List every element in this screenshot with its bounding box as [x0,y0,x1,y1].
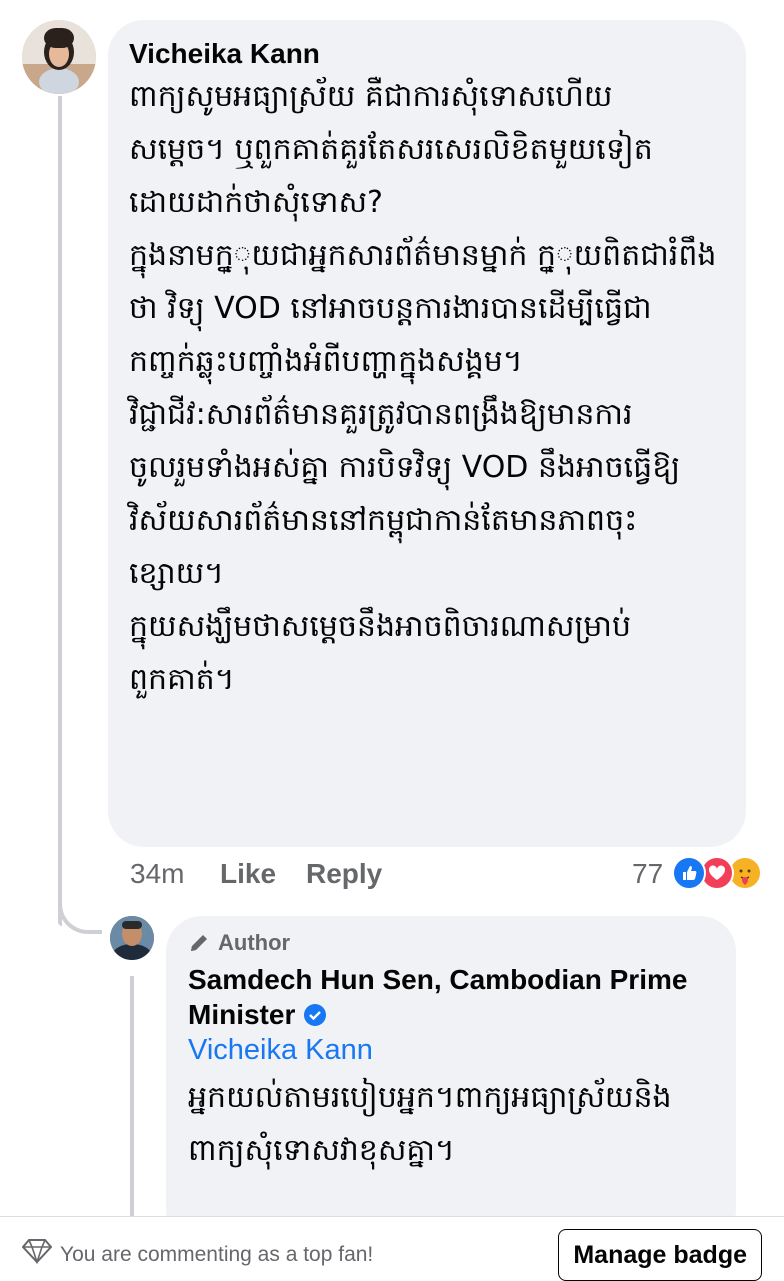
manage-badge-button[interactable]: Manage badge [558,1229,762,1281]
comment-author-name[interactable]: Vicheika Kann [129,38,320,70]
verified-badge-icon [304,1004,327,1026]
reaction-count[interactable]: 77 [632,858,663,890]
author-badge: Author [188,930,290,956]
comment-paragraph: ក្នុងនាមក្ន្ុយជាអ្នកសារព័ត៌មានម្នាក់ ក្ន… [129,238,717,379]
top-fan-status: You are commenting as a top fan! [60,1243,374,1266]
comment-text: ពាក្យសូមអធ្យាស្រ័យ គឺជាការសុំទោសហើយ សម្ត… [129,70,739,706]
pencil-icon [191,935,207,951]
like-icon [672,856,706,890]
comment-paragraph: ពាក្យសូមអធ្យាស្រ័យ គឺជាការសុំទោសហើយ សម្ត… [129,79,653,220]
commenter-avatar[interactable] [22,20,96,94]
reply-author-avatar[interactable] [110,916,154,960]
diamond-icon [22,1239,52,1264]
reaction-icons[interactable] [672,856,768,890]
comment-timestamp: 34m [130,858,185,889]
comment-bubble: Vicheika Kann ពាក្យសូមអធ្យាស្រ័យ គឺជាការ… [108,20,746,847]
reply-button[interactable]: Reply [306,858,382,890]
comment-paragraph: វិជ្ជាជីវ:សារព័ត៌មានគួរត្រូវបានពង្រឹងឱ្យ… [129,397,681,591]
reply-bubble: Author Samdech Hun Sen, Cambodian Prime … [166,916,736,1246]
comment-footer-bar: You are commenting as a top fan! Manage … [0,1216,784,1281]
comment-paragraph: ក្នុយសង្ឃឹមថាសម្តេចនឹងអាចពិចារណាសម្រាប់ … [129,609,632,697]
thread-line-main [58,96,62,926]
reply-author-text: Samdech Hun Sen, Cambodian Prime Ministe… [188,964,688,1030]
like-button[interactable]: Like [220,858,276,890]
author-badge-label: Author [218,930,291,955]
person-photo-icon [110,916,154,960]
mention-link[interactable]: Vicheika Kann [188,1034,373,1067]
comment-actions: 34m Like Reply 77 [0,858,784,892]
thread-line-reply [130,976,134,1216]
person-photo-icon [22,20,96,94]
reply-author-name[interactable]: Samdech Hun Sen, Cambodian Prime Ministe… [188,962,728,1032]
reply-text: អ្នកយល់តាមរបៀបអ្នក។ពាក្យអធ្យាស្រ័យនិង ពា… [188,1080,672,1168]
